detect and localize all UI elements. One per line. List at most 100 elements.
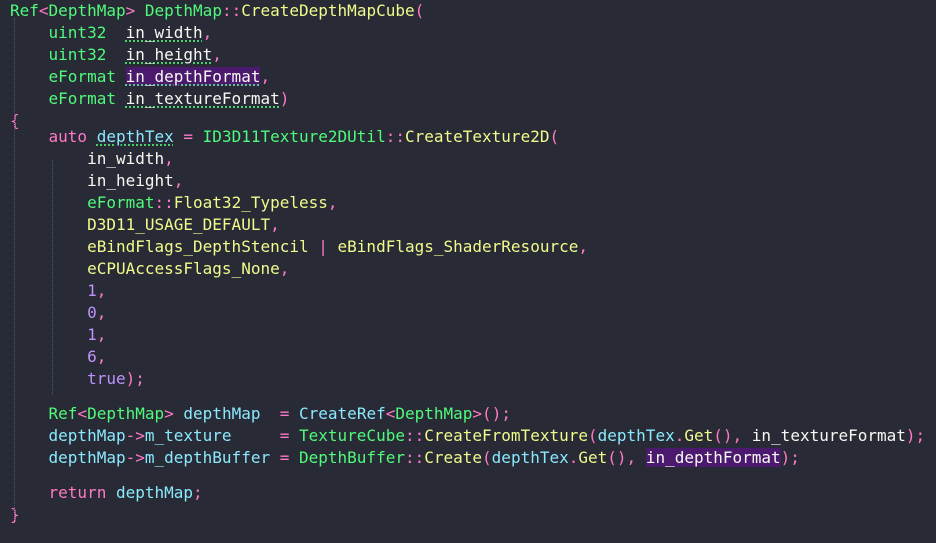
- indent-guide: [52, 160, 53, 395]
- code-token: depthMap: [115, 483, 194, 502]
- code-line: 0,: [10, 302, 106, 324]
- code-token: in_textureFormat: [751, 426, 906, 445]
- code-token: ::: [404, 426, 425, 445]
- code-token: DepthMap: [87, 404, 165, 423]
- code-token: ,: [96, 325, 107, 344]
- code-token: ,: [173, 171, 184, 190]
- code-token: DepthMap: [135, 1, 222, 20]
- code-token: m_depthBuffer: [144, 448, 271, 467]
- code-token: (: [482, 448, 492, 467]
- code-token: ;: [193, 483, 203, 502]
- code-token: eFormat: [10, 89, 126, 108]
- code-line: depthMap->m_depthBuffer = DepthBuffer::C…: [10, 447, 800, 469]
- code-token: TextureCube: [299, 426, 405, 445]
- code-token: depthMap: [10, 426, 126, 445]
- code-token: CreateDepthMapCube: [241, 1, 415, 20]
- code-token: ,: [327, 193, 338, 212]
- code-token: ,: [260, 67, 271, 86]
- code-token: DepthMap: [395, 404, 473, 423]
- code-token: 1: [10, 325, 97, 344]
- code-token: in_depthFormat: [125, 67, 261, 86]
- code-token: =: [231, 426, 299, 445]
- code-token: depthMap: [10, 448, 126, 467]
- code-token: ,: [96, 281, 107, 300]
- code-token: in_width: [10, 149, 165, 168]
- code-token: ): [279, 89, 290, 108]
- code-token: );: [780, 448, 800, 467]
- code-token: <: [385, 404, 396, 423]
- code-token: depthTex: [96, 127, 174, 146]
- code-line: 1,: [10, 324, 106, 346]
- code-token: uint32: [10, 45, 126, 64]
- code-line: in_width,: [10, 148, 174, 170]
- code-line: Ref<DepthMap> DepthMap::CreateDepthMapCu…: [10, 0, 424, 22]
- code-token: =: [270, 448, 299, 467]
- code-token: =: [173, 127, 203, 146]
- code-token: ,: [96, 303, 107, 322]
- code-editor[interactable]: Ref<DepthMap> DepthMap::CreateDepthMapCu…: [0, 0, 936, 543]
- code-token: DepthMap: [48, 1, 126, 20]
- code-token: ID3D11Texture2DUtil: [202, 127, 386, 146]
- code-token: (),: [713, 426, 752, 445]
- code-token: |: [308, 237, 338, 256]
- code-token: in_height: [125, 45, 213, 64]
- code-token: >();: [472, 404, 511, 423]
- code-line: uint32 in_width,: [10, 22, 213, 44]
- code-token: ,: [270, 215, 280, 234]
- code-token: ->: [125, 426, 145, 445]
- code-token: eBindFlags_ShaderResource: [337, 237, 579, 256]
- code-token: D3D11_USAGE_DEFAULT: [10, 215, 271, 234]
- code-line: eFormat in_depthFormat,: [10, 66, 270, 88]
- code-token: true: [10, 369, 126, 388]
- code-line: uint32 in_height,: [10, 44, 222, 66]
- code-token: Get: [684, 426, 714, 445]
- code-token: in_height: [10, 171, 174, 190]
- code-line: depthMap->m_texture = TextureCube::Creat…: [10, 425, 926, 447]
- code-token: depthTex: [491, 448, 569, 467]
- code-line: auto depthTex = ID3D11Texture2DUtil::Cre…: [10, 126, 560, 148]
- code-token: ,: [212, 45, 222, 64]
- code-token: (),: [607, 448, 646, 467]
- code-token: ->: [125, 448, 145, 467]
- code-token: 6: [10, 347, 97, 366]
- code-token: <: [38, 1, 49, 20]
- code-token: in_depthFormat: [645, 448, 781, 467]
- code-token: ::: [154, 193, 174, 212]
- code-line: 1,: [10, 280, 106, 302]
- code-token: (: [588, 426, 598, 445]
- code-token: DepthBuffer: [299, 448, 405, 467]
- code-token: ,: [164, 149, 174, 168]
- code-token: CreateRef: [299, 404, 386, 423]
- code-token: in_textureFormat: [125, 89, 280, 108]
- code-line: eFormat in_textureFormat): [10, 88, 290, 110]
- code-token: ,: [202, 23, 213, 42]
- code-token: Float32_Typeless: [173, 193, 328, 212]
- code-line: true);: [10, 368, 145, 390]
- code-token: CreateFromTexture: [424, 426, 588, 445]
- code-line: eFormat::Float32_Typeless,: [10, 192, 338, 214]
- code-line: 6,: [10, 346, 106, 368]
- code-token: eCPUAccessFlags_None: [10, 259, 280, 278]
- code-line: Ref<DepthMap> depthMap = CreateRef<Depth…: [10, 403, 511, 425]
- code-token: =: [260, 404, 300, 423]
- code-token: );: [125, 369, 145, 388]
- code-token: 0: [10, 303, 97, 322]
- code-token: eFormat: [10, 67, 126, 86]
- code-token: Ref: [10, 404, 78, 423]
- code-token: >: [164, 404, 174, 423]
- code-token: return: [10, 483, 116, 502]
- code-token: (: [414, 1, 425, 20]
- code-token: Create: [424, 448, 483, 467]
- code-token: <: [77, 404, 88, 423]
- code-token: );: [905, 426, 926, 445]
- code-token: (: [549, 127, 560, 146]
- code-token: ,: [578, 237, 588, 256]
- code-token: in_width: [125, 23, 203, 42]
- code-token: ,: [96, 347, 107, 366]
- code-token: ::: [221, 1, 242, 20]
- code-token: 1: [10, 281, 97, 300]
- code-line: in_height,: [10, 170, 183, 192]
- code-token: .: [568, 448, 579, 467]
- code-line: D3D11_USAGE_DEFAULT,: [10, 214, 280, 236]
- code-token: uint32: [10, 23, 126, 42]
